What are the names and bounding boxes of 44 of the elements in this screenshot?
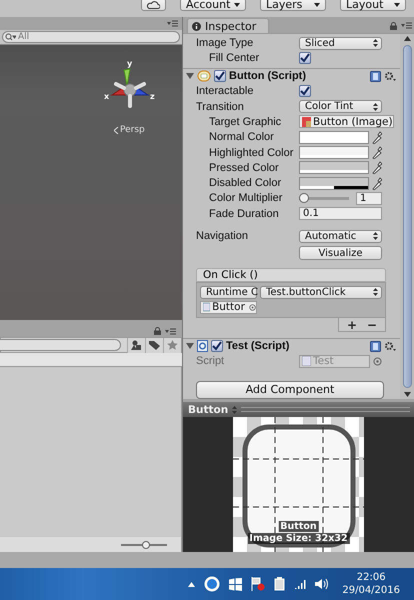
property-label: Interactable (196, 85, 254, 98)
search-field[interactable]: All (2, 31, 180, 43)
inspector-tab[interactable]: Inspector (187, 18, 269, 33)
object-field[interactable]: Button (Image) (299, 115, 394, 128)
clock[interactable]: 22:06 29/04/2016 (342, 571, 400, 597)
property-label: Fade Duration (209, 208, 280, 220)
runtime-dropdown[interactable]: Runtime C (200, 286, 257, 299)
preview-caption: Button (278, 521, 319, 532)
property-label: Fill Center (209, 52, 260, 64)
add-button[interactable]: + (343, 318, 361, 331)
dropdown[interactable]: Color Tint (299, 100, 382, 114)
remove-button[interactable]: − (363, 318, 381, 331)
axis-label: y (127, 59, 132, 68)
toolbar-dropdown[interactable]: Layers (260, 0, 326, 11)
image-size-label: Image Size: 32x32 (247, 533, 350, 544)
number-field[interactable]: 0.1 (299, 207, 382, 220)
property-label: Transition (196, 100, 245, 113)
dropdown[interactable]: Automatic (299, 230, 382, 242)
scene-view[interactable]: y x z Persp (0, 45, 182, 320)
property-label: Color Multiplier (209, 192, 284, 204)
projection-label[interactable]: Persp (120, 125, 145, 135)
property-label: Disabled Color (209, 177, 282, 190)
component-title: Button (Script) (229, 70, 307, 82)
add-component-button[interactable]: Add Component (196, 380, 384, 399)
property-label: Pressed Color (209, 162, 280, 174)
property-label: Image Type (196, 37, 254, 50)
function-dropdown[interactable]: Test.buttonClick (260, 286, 382, 299)
number-field[interactable]: 1 (356, 192, 382, 205)
object-field[interactable]: Buttor (200, 300, 257, 314)
toolbar-dropdown[interactable]: Account (180, 0, 246, 11)
dropdown[interactable]: Sliced (299, 36, 382, 50)
axis-label: x (104, 92, 110, 101)
property-label: Script (196, 355, 226, 368)
preview-title[interactable]: Button (188, 404, 228, 416)
toolbar-dropdown[interactable]: Layout (340, 0, 406, 11)
property-label: Navigation (196, 230, 249, 242)
axis-gizmo-drawing[interactable]: y x z (100, 57, 170, 117)
axis-label: z (150, 92, 155, 101)
event-title: On Click () (196, 268, 386, 282)
property-label: Target Graphic (209, 116, 282, 128)
component-title: Test (Script) (226, 340, 290, 352)
property-label: Highlighted Color (209, 146, 294, 159)
visualize-button[interactable]: Visualize (299, 246, 382, 260)
property-label: Normal Color (209, 131, 275, 144)
